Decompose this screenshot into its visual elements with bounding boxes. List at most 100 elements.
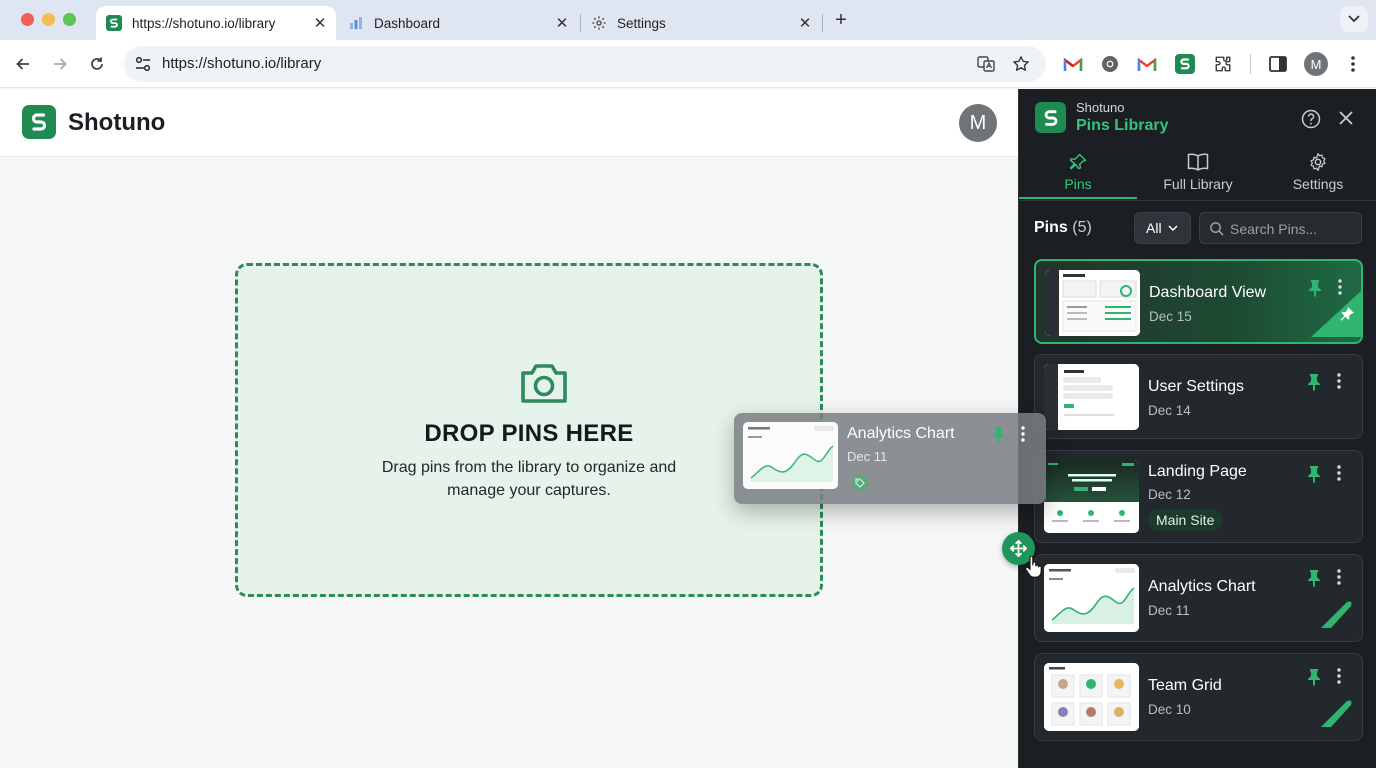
pin-card-dashboard-view[interactable]: Dashboard View Dec 15	[1034, 259, 1363, 344]
close-panel-icon[interactable]	[1337, 109, 1355, 132]
chrome-menu-icon[interactable]	[1343, 54, 1363, 74]
drop-zone-description: Drag pins from the library to organize a…	[381, 459, 677, 499]
more-options-icon[interactable]	[1337, 373, 1341, 394]
tab-title: Settings	[617, 15, 666, 31]
pins-filter-select[interactable]: All	[1134, 212, 1191, 244]
pin-icon[interactable]	[1307, 465, 1321, 488]
tab-title: Dashboard	[374, 15, 441, 31]
pin-title: Dashboard View	[1149, 284, 1267, 301]
dashboard-thumbnail	[1045, 270, 1140, 336]
forward-button[interactable]	[46, 50, 74, 78]
close-tab-icon[interactable]: ✕	[795, 13, 815, 33]
site-info-icon[interactable]	[134, 55, 152, 78]
panel-title: Pins Library	[1076, 117, 1169, 134]
search-input[interactable]	[1230, 219, 1358, 239]
app-header: Shotuno M	[0, 89, 1018, 157]
bookmark-star-icon[interactable]	[1011, 54, 1031, 74]
pin-icon[interactable]	[1307, 569, 1321, 592]
window-close-button[interactable]	[21, 13, 34, 26]
url-text[interactable]: https://shotuno.io/library	[162, 55, 321, 72]
search-icon	[1209, 221, 1224, 241]
dragged-pin-date: Dec 11	[847, 449, 888, 464]
dragged-pin-card[interactable]: Analytics Chart Dec 11	[734, 413, 1046, 504]
tab-library[interactable]: https://shotuno.io/library ✕	[96, 6, 336, 40]
pin-icon[interactable]	[1307, 668, 1321, 691]
pin-title: Landing Page	[1148, 463, 1247, 480]
pin-card-user-settings[interactable]: User Settings Dec 14	[1034, 354, 1363, 439]
pin-date: Dec 11	[1148, 603, 1190, 618]
help-icon[interactable]	[1301, 109, 1321, 134]
back-button[interactable]	[9, 50, 37, 78]
tab-settings-panel[interactable]: Settings	[1259, 151, 1376, 199]
hand-cursor-icon	[1024, 555, 1042, 583]
shotuno-logo-icon[interactable]	[22, 105, 56, 139]
pin-card-landing-page[interactable]: Landing Page Dec 12 Main Site	[1034, 450, 1363, 543]
close-tab-icon[interactable]: ✕	[552, 13, 572, 33]
book-icon	[1139, 151, 1257, 173]
pin-date: Dec 12	[1148, 487, 1191, 502]
shotuno-logo-icon	[1035, 102, 1066, 133]
pin-card-team-grid[interactable]: Team Grid Dec 10	[1034, 653, 1363, 741]
pin-date: Dec 10	[1148, 702, 1191, 717]
profile-avatar[interactable]: M	[1304, 52, 1328, 76]
new-tab-button[interactable]: +	[828, 8, 854, 32]
leaf-tag-icon	[1321, 600, 1353, 633]
gmail-extension-icon[interactable]	[1137, 54, 1157, 74]
tag-icon	[851, 474, 869, 497]
address-bar[interactable]: https://shotuno.io/library	[124, 46, 1046, 82]
more-options-icon[interactable]	[1337, 668, 1341, 689]
panel-app-name: Shotuno	[1076, 100, 1125, 115]
browser-tab-strip: https://shotuno.io/library ✕ Dashboard ✕…	[0, 0, 1376, 40]
tab-pins[interactable]: Pins	[1019, 151, 1137, 199]
pin-date: Dec 14	[1148, 403, 1191, 418]
more-options-icon[interactable]	[1337, 569, 1341, 590]
window-zoom-button[interactable]	[63, 13, 76, 26]
window-minimize-button[interactable]	[42, 13, 55, 26]
tab-title: https://shotuno.io/library	[132, 15, 276, 31]
brand-name: Shotuno	[68, 109, 166, 136]
side-panel-toggle-icon[interactable]	[1268, 54, 1288, 74]
dragged-pin-title: Analytics Chart	[847, 425, 955, 442]
tab-search-button[interactable]	[1340, 6, 1368, 32]
puzzle-extensions-icon[interactable]	[1213, 54, 1233, 74]
shotuno-favicon-icon	[106, 15, 122, 31]
more-options-icon[interactable]	[1337, 465, 1341, 486]
landing-page-thumbnail	[1044, 460, 1139, 533]
translate-icon[interactable]	[976, 54, 996, 74]
camera-icon	[519, 361, 569, 410]
gear-icon	[591, 15, 607, 31]
tab-dashboard[interactable]: Dashboard ✕	[338, 6, 578, 40]
pin-title: User Settings	[1148, 378, 1245, 395]
pin-title: Analytics Chart	[1148, 578, 1256, 595]
pin-title: Team Grid	[1148, 677, 1222, 694]
pins-heading: Pins (5)	[1034, 219, 1092, 237]
close-tab-icon[interactable]: ✕	[310, 13, 330, 33]
reload-button[interactable]	[83, 50, 111, 78]
pins-search[interactable]	[1199, 212, 1362, 244]
shotuno-extension-icon[interactable]	[1175, 54, 1195, 74]
gear-icon	[1259, 151, 1376, 173]
user-avatar[interactable]: M	[959, 104, 997, 142]
pin-date: Dec 15	[1149, 309, 1192, 324]
tab-settings[interactable]: Settings ✕	[581, 6, 821, 40]
user-settings-thumbnail	[1044, 364, 1139, 430]
more-options-icon	[1021, 426, 1025, 447]
browser-toolbar: https://shotuno.io/library M	[0, 40, 1376, 88]
filter-value: All	[1146, 220, 1162, 236]
tab-label: Settings	[1292, 176, 1344, 192]
gmail-extension-icon[interactable]	[1063, 54, 1083, 74]
pins-heading-label: Pins	[1034, 219, 1068, 236]
leaf-tag-icon	[1321, 699, 1353, 732]
pins-count: (5)	[1072, 219, 1092, 236]
chrome-extension-icon[interactable]	[1100, 54, 1120, 74]
analytics-chart-thumbnail	[743, 422, 838, 489]
chevron-down-icon	[1168, 225, 1178, 231]
pins-library-side-panel: Shotuno Pins Library Pins Full Library S…	[1018, 89, 1376, 768]
tag-chip[interactable]: Main Site	[1148, 509, 1223, 531]
tab-label: Pins	[1064, 176, 1092, 192]
pin-icon[interactable]	[1307, 373, 1321, 396]
pinned-corner-icon	[1311, 291, 1361, 342]
tab-full-library[interactable]: Full Library	[1139, 151, 1257, 199]
pin-card-analytics-chart[interactable]: Analytics Chart Dec 11	[1034, 554, 1363, 642]
tab-label: Full Library	[1163, 176, 1233, 192]
